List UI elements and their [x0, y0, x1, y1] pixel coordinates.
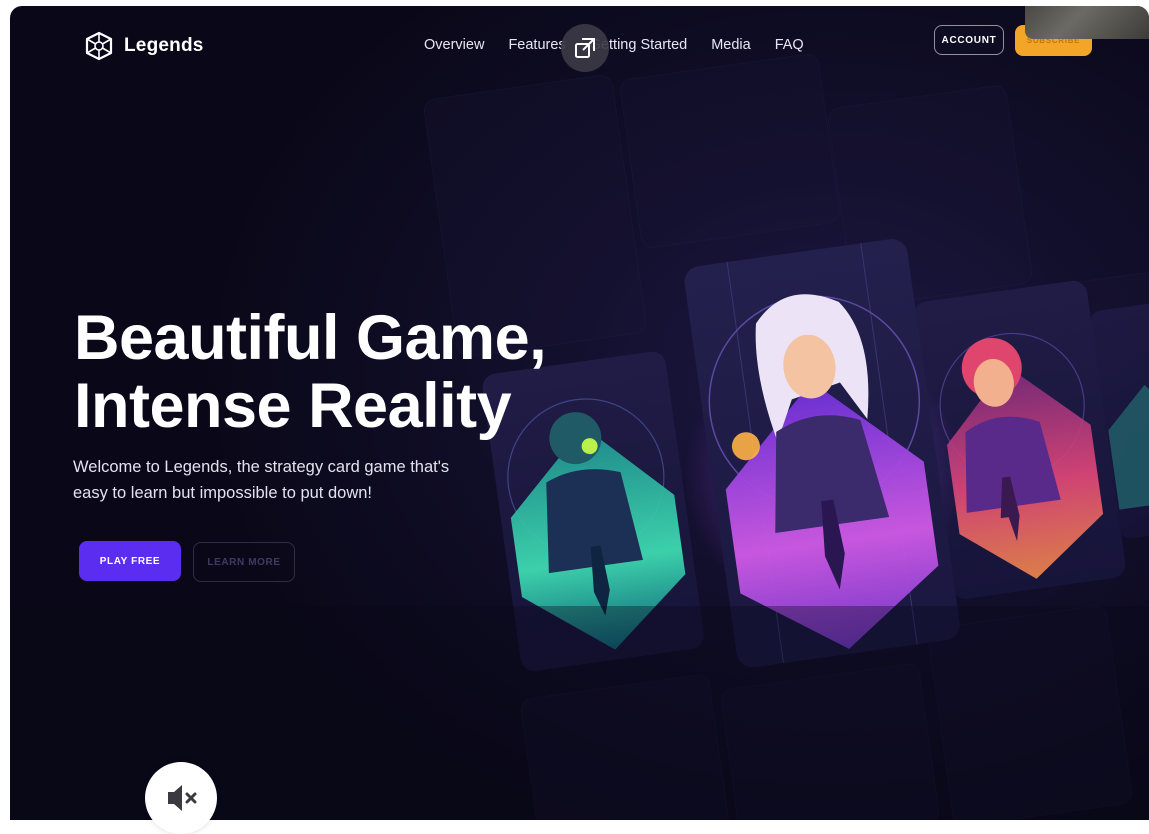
- learn-more-button[interactable]: LEARN MORE: [193, 542, 295, 582]
- speaker-mute-icon: [168, 785, 197, 811]
- top-navigation-bar: Legends Overview Features Getting Starte…: [10, 6, 1149, 86]
- nav-item-faq[interactable]: FAQ: [775, 37, 804, 53]
- account-button[interactable]: ACCOUNT: [934, 25, 1004, 55]
- hero-title-line-2: Intense Reality: [74, 371, 512, 441]
- brand-logo[interactable]: Legends: [84, 30, 204, 62]
- main-nav: Overview Features Getting Started Media …: [424, 37, 804, 53]
- nav-item-features[interactable]: Features: [508, 37, 565, 53]
- play-free-button[interactable]: PLAY FREE: [79, 541, 181, 581]
- hero-title-line-1: Beautiful Game,: [74, 303, 547, 373]
- hero-subtitle: Welcome to Legends, the strategy card ga…: [73, 458, 450, 502]
- hero-title: Beautiful Game, Intense Reality: [74, 303, 547, 441]
- legends-logo-icon: [85, 31, 113, 61]
- nav-item-overview[interactable]: Overview: [424, 37, 484, 53]
- mute-button[interactable]: [145, 762, 217, 834]
- video-thumbnail: [1025, 6, 1149, 39]
- popout-icon: [575, 38, 595, 58]
- nav-item-media[interactable]: Media: [711, 37, 751, 53]
- page-frame: Legends Overview Features Getting Starte…: [10, 6, 1149, 820]
- popout-button[interactable]: [561, 24, 609, 72]
- brand-name: Legends: [124, 35, 204, 56]
